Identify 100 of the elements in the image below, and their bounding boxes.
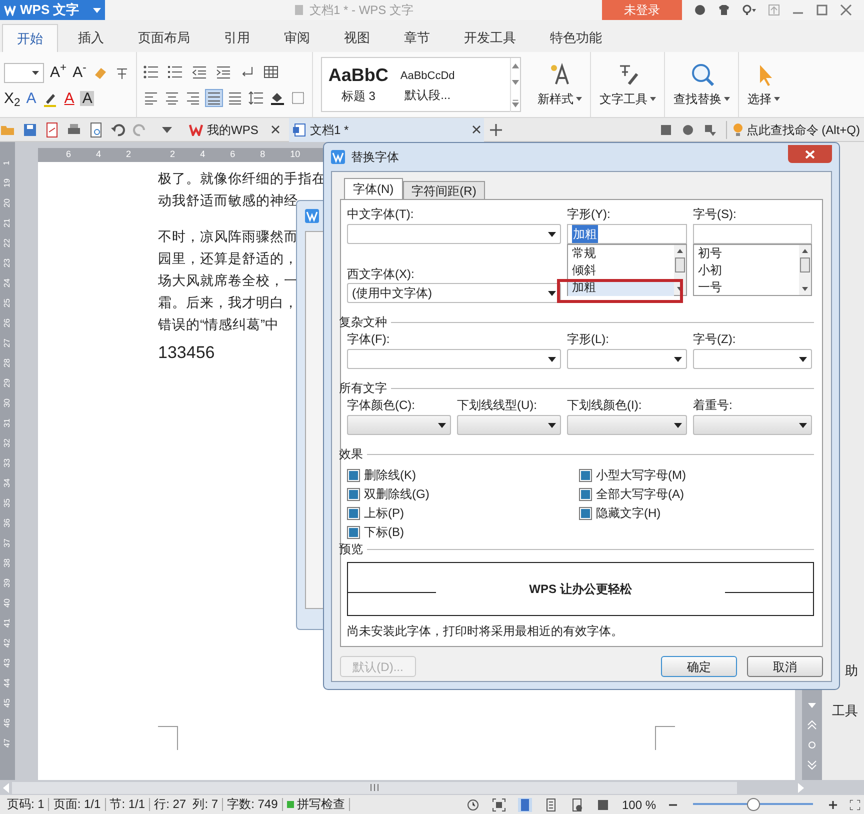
ribbon-tab[interactable]: 插入 — [64, 24, 118, 52]
borders-icon[interactable] — [290, 90, 306, 106]
fullscreen-icon[interactable] — [492, 798, 506, 812]
list-option[interactable]: 一号 — [694, 279, 799, 296]
bullet-list-icon[interactable] — [143, 64, 160, 80]
ruler-number: 24 — [2, 278, 12, 288]
font-color-button[interactable]: A — [64, 91, 74, 106]
ribbon-button[interactable]: 选择 — [739, 52, 788, 117]
character-shading-button[interactable]: A — [80, 91, 94, 106]
spell-check-button[interactable]: 拼写检查 — [282, 798, 350, 811]
document-icon — [293, 4, 306, 16]
ruler-number: 2 — [170, 148, 176, 162]
ribbon-button[interactable]: 查找替换 — [665, 52, 740, 117]
fit-window-icon[interactable] — [850, 800, 860, 810]
shirt-icon[interactable] — [718, 4, 730, 16]
ribbon-tab[interactable]: 页面布局 — [124, 24, 204, 52]
ribbon-tab[interactable]: 审阅 — [270, 24, 324, 52]
checkbox[interactable]: 隐藏文字(H) — [579, 505, 814, 521]
list-box[interactable]: 初号 小初 一号 — [693, 244, 812, 296]
ribbon-tab[interactable]: 开始 — [2, 24, 58, 52]
list-option[interactable]: 常规 — [568, 245, 674, 262]
subscript-button[interactable]: X$_{2}$ — [4, 91, 20, 106]
outline-view-icon[interactable] — [544, 798, 558, 812]
checkbox[interactable]: 小型大写字母(M) — [579, 467, 814, 483]
ribbon-button[interactable]: 新样式 — [529, 52, 592, 117]
slider-thumb[interactable] — [746, 798, 760, 811]
checkbox[interactable]: 双删除线(G) — [347, 486, 579, 502]
decrease-indent-icon[interactable] — [191, 64, 208, 80]
command-search[interactable]: 点此查找命令 (Alt+Q) — [726, 120, 860, 138]
status-text: 节: 1/1 — [106, 798, 150, 811]
field-label: 下划线线型(U): — [457, 397, 538, 413]
text-field[interactable]: 加粗 — [567, 224, 687, 244]
dialog-tab[interactable]: 字体(N) — [344, 178, 403, 199]
increase-indent-icon[interactable] — [215, 64, 232, 80]
ribbon-tab[interactable]: 开发工具 — [450, 24, 530, 52]
dropdown-icon[interactable] — [162, 126, 172, 132]
table-icon[interactable] — [263, 64, 280, 80]
logo-icon — [189, 124, 203, 136]
ribbon-button[interactable]: 文字工具 — [591, 52, 666, 117]
list-option[interactable]: 倾斜 — [568, 262, 674, 279]
zoom-in-icon[interactable] — [828, 800, 838, 810]
numbered-list-icon[interactable] — [167, 64, 184, 80]
ribbon-tab[interactable]: 引用 — [210, 24, 264, 52]
scrollbar-icon[interactable] — [799, 245, 811, 295]
grow-font-button[interactable]: A$^{+}$ — [50, 65, 67, 80]
ribbon-tab[interactable]: 视图 — [330, 24, 384, 52]
close-icon[interactable] — [840, 4, 852, 16]
dialog-tab[interactable]: 字符间距(R) — [402, 181, 486, 199]
side-panel-label[interactable]: 助 — [845, 661, 858, 680]
side-panel-label[interactable]: 工具 — [832, 700, 858, 720]
ruler-number: 42 — [2, 638, 12, 648]
checkbox[interactable]: 上标(P) — [347, 505, 579, 521]
save-icon[interactable] — [22, 122, 38, 138]
zoom-slider[interactable] — [690, 798, 816, 811]
close-icon[interactable] — [472, 125, 481, 134]
ruler-number: 20 — [2, 198, 12, 208]
print-preview-icon[interactable] — [88, 122, 104, 138]
page-view-icon[interactable] — [518, 798, 532, 812]
app-menu-button[interactable]: WPS 文字 — [0, 0, 105, 20]
maximize-icon[interactable] — [816, 4, 828, 16]
close-icon[interactable] — [271, 125, 280, 134]
checkbox[interactable]: 全部大写字母(A) — [579, 486, 814, 502]
style-preset[interactable]: AaBbCcDd 默认段... — [394, 58, 461, 111]
list-option[interactable]: 初号 — [694, 245, 799, 262]
history-icon[interactable] — [466, 798, 480, 812]
close-button[interactable] — [788, 145, 832, 163]
line-spacing-icon[interactable] — [248, 90, 264, 106]
scrollbar-thumb[interactable] — [12, 782, 737, 794]
ribbon-tab[interactable]: 章节 — [390, 24, 444, 52]
dialog-button[interactable]: 确定 — [661, 656, 737, 677]
text-effect-button[interactable]: A — [26, 91, 36, 106]
web-view-icon[interactable] — [570, 798, 584, 812]
ribbon-tab[interactable]: 特色功能 — [536, 24, 616, 52]
ruler-number: 39 — [2, 578, 12, 588]
status-text: 字数: 749 — [223, 798, 283, 811]
text-field[interactable] — [693, 224, 812, 244]
dialog-button[interactable]: 取消 — [747, 656, 823, 677]
shrink-font-button[interactable]: A$^{-}$ — [72, 65, 86, 80]
list-option[interactable]: 小初 — [694, 262, 799, 279]
gallery-scroll-icon[interactable] — [510, 58, 520, 112]
disc-icon[interactable] — [682, 124, 694, 136]
note-text: 尚未安装此字体，打印时将采用最相近的有效字体。 — [347, 623, 624, 640]
dropdown[interactable]: (使用中文字体) — [347, 283, 561, 303]
style-preset[interactable]: AaBbC 标题 3 — [322, 58, 394, 111]
distribute-icon[interactable] — [227, 90, 244, 106]
document-tab[interactable]: 我的WPS — [186, 118, 283, 142]
layout-icon[interactable] — [704, 124, 716, 136]
align-left-icon[interactable] — [143, 90, 160, 106]
align-center-icon[interactable] — [164, 90, 180, 106]
help-icon[interactable] — [742, 4, 756, 16]
ruler-number: 6 — [66, 148, 72, 162]
document-tab[interactable]: 文档1 * — [289, 118, 484, 142]
checkbox[interactable]: 下标(B) — [347, 524, 579, 540]
align-right-icon[interactable] — [185, 90, 202, 106]
list-box[interactable]: 常规 倾斜 加粗 — [567, 244, 687, 296]
add-tab-icon[interactable] — [490, 124, 502, 136]
pdf-icon[interactable] — [44, 122, 60, 138]
checkbox[interactable]: 删除线(K) — [347, 467, 579, 483]
justify-icon[interactable] — [206, 90, 222, 106]
undo-icon[interactable] — [110, 122, 126, 138]
